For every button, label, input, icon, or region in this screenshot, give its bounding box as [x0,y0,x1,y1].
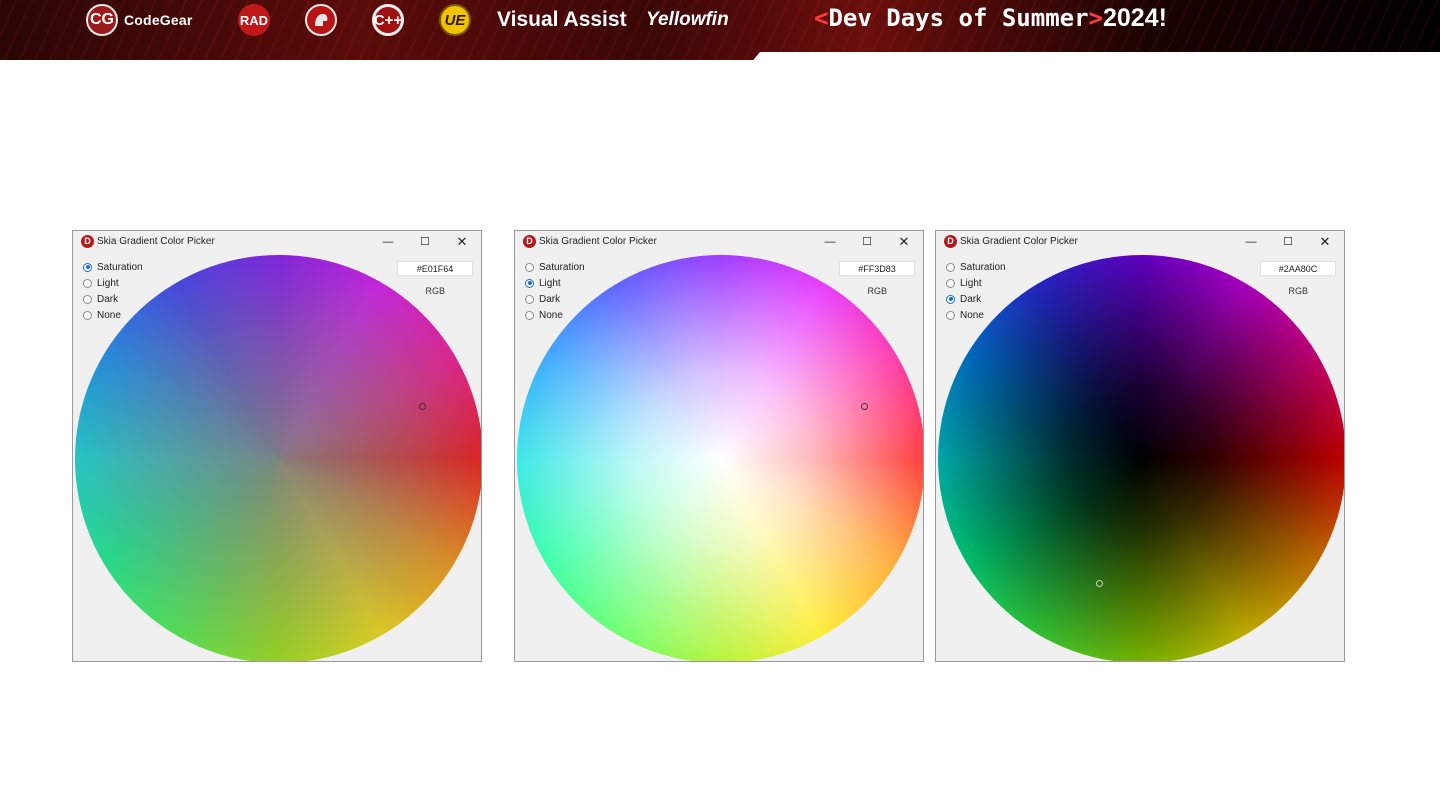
helmet-icon [305,4,337,36]
radio-label: None [97,309,121,321]
radio-button[interactable] [946,278,955,288]
gradient-mode-radio-group: Saturation Light Dark None [946,259,1006,323]
radio-button[interactable] [83,310,92,320]
ue-badge: UE [439,4,471,36]
minimize-button[interactable]: — [817,233,843,251]
color-picker-window-light: D Skia Gradient Color Picker — ☐ ✕ Satur… [514,230,924,662]
yellowfin-label: Yellowfin [646,9,729,30]
radio-light[interactable]: Light [525,275,585,291]
close-button[interactable]: ✕ [891,233,917,251]
title-bar[interactable]: D Skia Gradient Color Picker — ☐ ✕ [936,231,1344,253]
radio-label: Dark [97,293,119,305]
maximize-button[interactable]: ☐ [854,233,880,251]
cpp-badge: C++ [372,4,404,36]
radio-button[interactable] [83,278,92,288]
ue-logo: UE [439,0,471,40]
radio-dark[interactable]: Dark [525,291,585,307]
visual-assist-logo: Visual Assist [497,0,627,40]
sponsor-banner: CG CodeGear RAD C++ UE Visual Assist Yel… [0,0,1440,62]
radio-dark[interactable]: Dark [83,291,143,307]
minimize-button[interactable]: — [375,233,401,251]
radio-none[interactable]: None [83,307,143,323]
radio-button[interactable] [83,262,92,272]
radio-button[interactable] [946,310,955,320]
close-button[interactable]: ✕ [449,233,475,251]
radio-dark[interactable]: Dark [946,291,1006,307]
banner-diagonal-edge [751,52,1440,62]
gradient-mode-radio-group: Saturation Light Dark None [83,259,143,323]
rad-logo: RAD [238,0,270,40]
minimize-button[interactable]: — [1238,233,1264,251]
dev-days-close-bracket: > [1088,4,1103,32]
radio-label: Saturation [539,261,585,273]
rgb-label: RGB [425,286,445,296]
window-title: Skia Gradient Color Picker [960,236,1078,247]
radio-button[interactable] [525,278,534,288]
radio-button[interactable] [525,262,534,272]
radio-label: Light [97,277,119,289]
radio-label: Saturation [960,261,1006,273]
codegear-label: CodeGear [124,12,193,28]
radio-button[interactable] [525,310,534,320]
hex-color-field[interactable]: #FF3D83 [839,261,915,276]
color-picker-window-saturation: D Skia Gradient Color Picker — ☐ ✕ Satur… [72,230,482,662]
rgb-label: RGB [1288,286,1308,296]
radio-saturation[interactable]: Saturation [525,259,585,275]
radio-light[interactable]: Light [946,275,1006,291]
window-title: Skia Gradient Color Picker [539,236,657,247]
radio-label: None [539,309,563,321]
maximize-button[interactable]: ☐ [412,233,438,251]
color-picker-window-dark: D Skia Gradient Color Picker — ☐ ✕ Satur… [935,230,1345,662]
visual-assist-label: Visual Assist [497,8,627,31]
codegear-badge: CG [86,4,118,36]
dev-days-title: <Dev Days of Summer>2024! [814,4,1167,33]
radio-none[interactable]: None [946,307,1006,323]
cpp-logo: C++ [372,0,404,40]
color-selection-marker[interactable] [861,403,868,410]
codegear-logo: CG CodeGear [86,0,193,40]
radio-button[interactable] [946,262,955,272]
radio-button[interactable] [83,294,92,304]
rgb-label: RGB [867,286,887,296]
radio-label: None [960,309,984,321]
radio-button[interactable] [525,294,534,304]
radio-none[interactable]: None [525,307,585,323]
gradient-mode-radio-group: Saturation Light Dark None [525,259,585,323]
yellowfin-logo: Yellowfin [646,0,729,40]
maximize-button[interactable]: ☐ [1275,233,1301,251]
hex-color-field[interactable]: #E01F64 [397,261,473,276]
radio-saturation[interactable]: Saturation [946,259,1006,275]
hex-color-field[interactable]: #2AA80C [1260,261,1336,276]
title-bar[interactable]: D Skia Gradient Color Picker — ☐ ✕ [515,231,923,253]
dev-days-open-bracket: < [814,4,829,32]
title-bar[interactable]: D Skia Gradient Color Picker — ☐ ✕ [73,231,481,253]
radio-label: Dark [539,293,561,305]
delphi-app-icon: D [81,235,94,248]
color-selection-marker[interactable] [419,403,426,410]
dev-days-year: 2024! [1103,4,1167,32]
spartan-helmet-logo [305,0,337,40]
color-selection-marker[interactable] [1096,580,1103,587]
dev-days-text: Dev Days of Summer [828,4,1089,32]
radio-label: Light [539,277,561,289]
close-button[interactable]: ✕ [1312,233,1338,251]
delphi-app-icon: D [944,235,957,248]
radio-light[interactable]: Light [83,275,143,291]
window-title: Skia Gradient Color Picker [97,236,215,247]
radio-button[interactable] [946,294,955,304]
rad-badge: RAD [238,4,270,36]
radio-label: Light [960,277,982,289]
delphi-app-icon: D [523,235,536,248]
radio-saturation[interactable]: Saturation [83,259,143,275]
radio-label: Saturation [97,261,143,273]
radio-label: Dark [960,293,982,305]
